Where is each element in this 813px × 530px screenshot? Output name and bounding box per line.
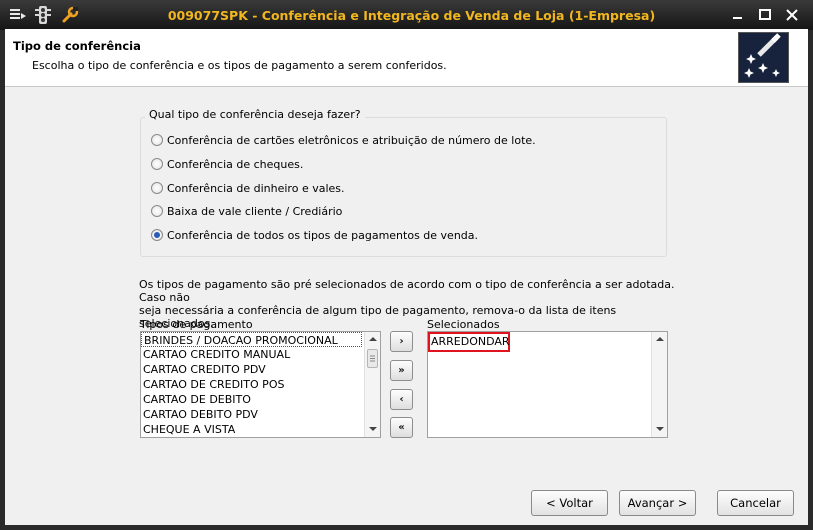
- radio-button[interactable]: [151, 182, 163, 194]
- radio-label: Conferência de dinheiro e vales.: [167, 181, 345, 195]
- scroll-up-icon[interactable]: [656, 337, 664, 341]
- list-item[interactable]: CARTAO CREDITO PDV: [141, 362, 380, 377]
- available-payment-list[interactable]: BRINDES / DOACAO PROMOCIONAL CARTAO CRED…: [140, 331, 381, 438]
- radio-button-selected[interactable]: [151, 229, 163, 241]
- magic-wand-icon: [738, 32, 789, 83]
- radio-button[interactable]: [151, 205, 163, 217]
- remove-all-button[interactable]: «: [390, 417, 413, 438]
- minimize-button[interactable]: [727, 6, 749, 24]
- traffic-light-icon[interactable]: [33, 5, 53, 25]
- radio-label: Conferência de cartões eletrônicos e atr…: [167, 133, 536, 147]
- title-bar: 009077SPK - Conferência e Integração de …: [0, 0, 813, 30]
- page-title: Tipo de conferência: [13, 39, 141, 53]
- list-item[interactable]: CARTAO DEBITO PDV: [141, 407, 380, 422]
- selected-payment-list[interactable]: ARREDONDAR: [427, 331, 668, 438]
- next-button[interactable]: Avançar >: [619, 490, 696, 516]
- list-item[interactable]: ARREDONDAR: [429, 334, 510, 349]
- radio-option-cards[interactable]: Conferência de cartões eletrônicos e atr…: [151, 132, 536, 148]
- radio-option-all[interactable]: Conferência de todos os tipos de pagamen…: [151, 227, 478, 243]
- vertical-scrollbar[interactable]: [364, 332, 380, 437]
- radio-button[interactable]: [151, 134, 163, 146]
- remove-one-button[interactable]: ‹: [390, 389, 413, 410]
- radio-button[interactable]: [151, 158, 163, 170]
- radio-option-cheques[interactable]: Conferência de cheques.: [151, 156, 303, 172]
- list-item[interactable]: CHEQUE A VISTA: [141, 422, 380, 437]
- maximize-button[interactable]: [754, 6, 776, 24]
- wrench-icon[interactable]: [60, 5, 80, 25]
- group-title: Qual tipo de conferência deseja fazer?: [145, 108, 365, 121]
- radio-option-cash[interactable]: Conferência de dinheiro e vales.: [151, 180, 345, 196]
- back-button[interactable]: < Voltar: [531, 490, 608, 516]
- window-title: 009077SPK - Conferência e Integração de …: [167, 8, 656, 23]
- list-item[interactable]: CARTAO CREDITO MANUAL: [141, 347, 380, 362]
- scroll-up-icon[interactable]: [369, 337, 377, 341]
- radio-label: Baixa de vale cliente / Crediário: [167, 204, 343, 218]
- vertical-scrollbar[interactable]: [651, 332, 667, 437]
- add-all-button[interactable]: »: [390, 360, 413, 381]
- cancel-button[interactable]: Cancelar: [717, 490, 794, 516]
- add-one-button[interactable]: ›: [390, 331, 413, 352]
- menu-icon[interactable]: [8, 5, 28, 25]
- radio-option-voucher[interactable]: Baixa de vale cliente / Crediário: [151, 203, 342, 219]
- info-line: Os tipos de pagamento são pré selecionad…: [139, 278, 675, 304]
- application-window: 009077SPK - Conferência e Integração de …: [0, 0, 813, 530]
- wizard-header: Tipo de conferência Escolha o tipo de co…: [5, 29, 808, 87]
- radio-label: Conferência de todos os tipos de pagamen…: [167, 228, 479, 242]
- selected-list-label: Selecionados: [427, 318, 500, 331]
- scroll-down-icon[interactable]: [369, 427, 377, 431]
- list-item[interactable]: BRINDES / DOACAO PROMOCIONAL: [141, 332, 362, 347]
- available-list-label: Tipos de pagamento: [140, 318, 253, 331]
- close-button[interactable]: [781, 6, 803, 24]
- wizard-content: Tipo de conferência Escolha o tipo de co…: [5, 29, 808, 525]
- wizard-body: Qual tipo de conferência deseja fazer? C…: [5, 88, 808, 525]
- scroll-thumb[interactable]: [367, 349, 378, 368]
- list-item[interactable]: CARTAO DE DEBITO: [141, 392, 380, 407]
- page-subtitle: Escolha o tipo de conferência e os tipos…: [32, 59, 447, 72]
- scroll-down-icon[interactable]: [656, 427, 664, 431]
- radio-label: Conferência de cheques.: [167, 157, 304, 171]
- list-item[interactable]: CARTAO DE CREDITO POS: [141, 377, 380, 392]
